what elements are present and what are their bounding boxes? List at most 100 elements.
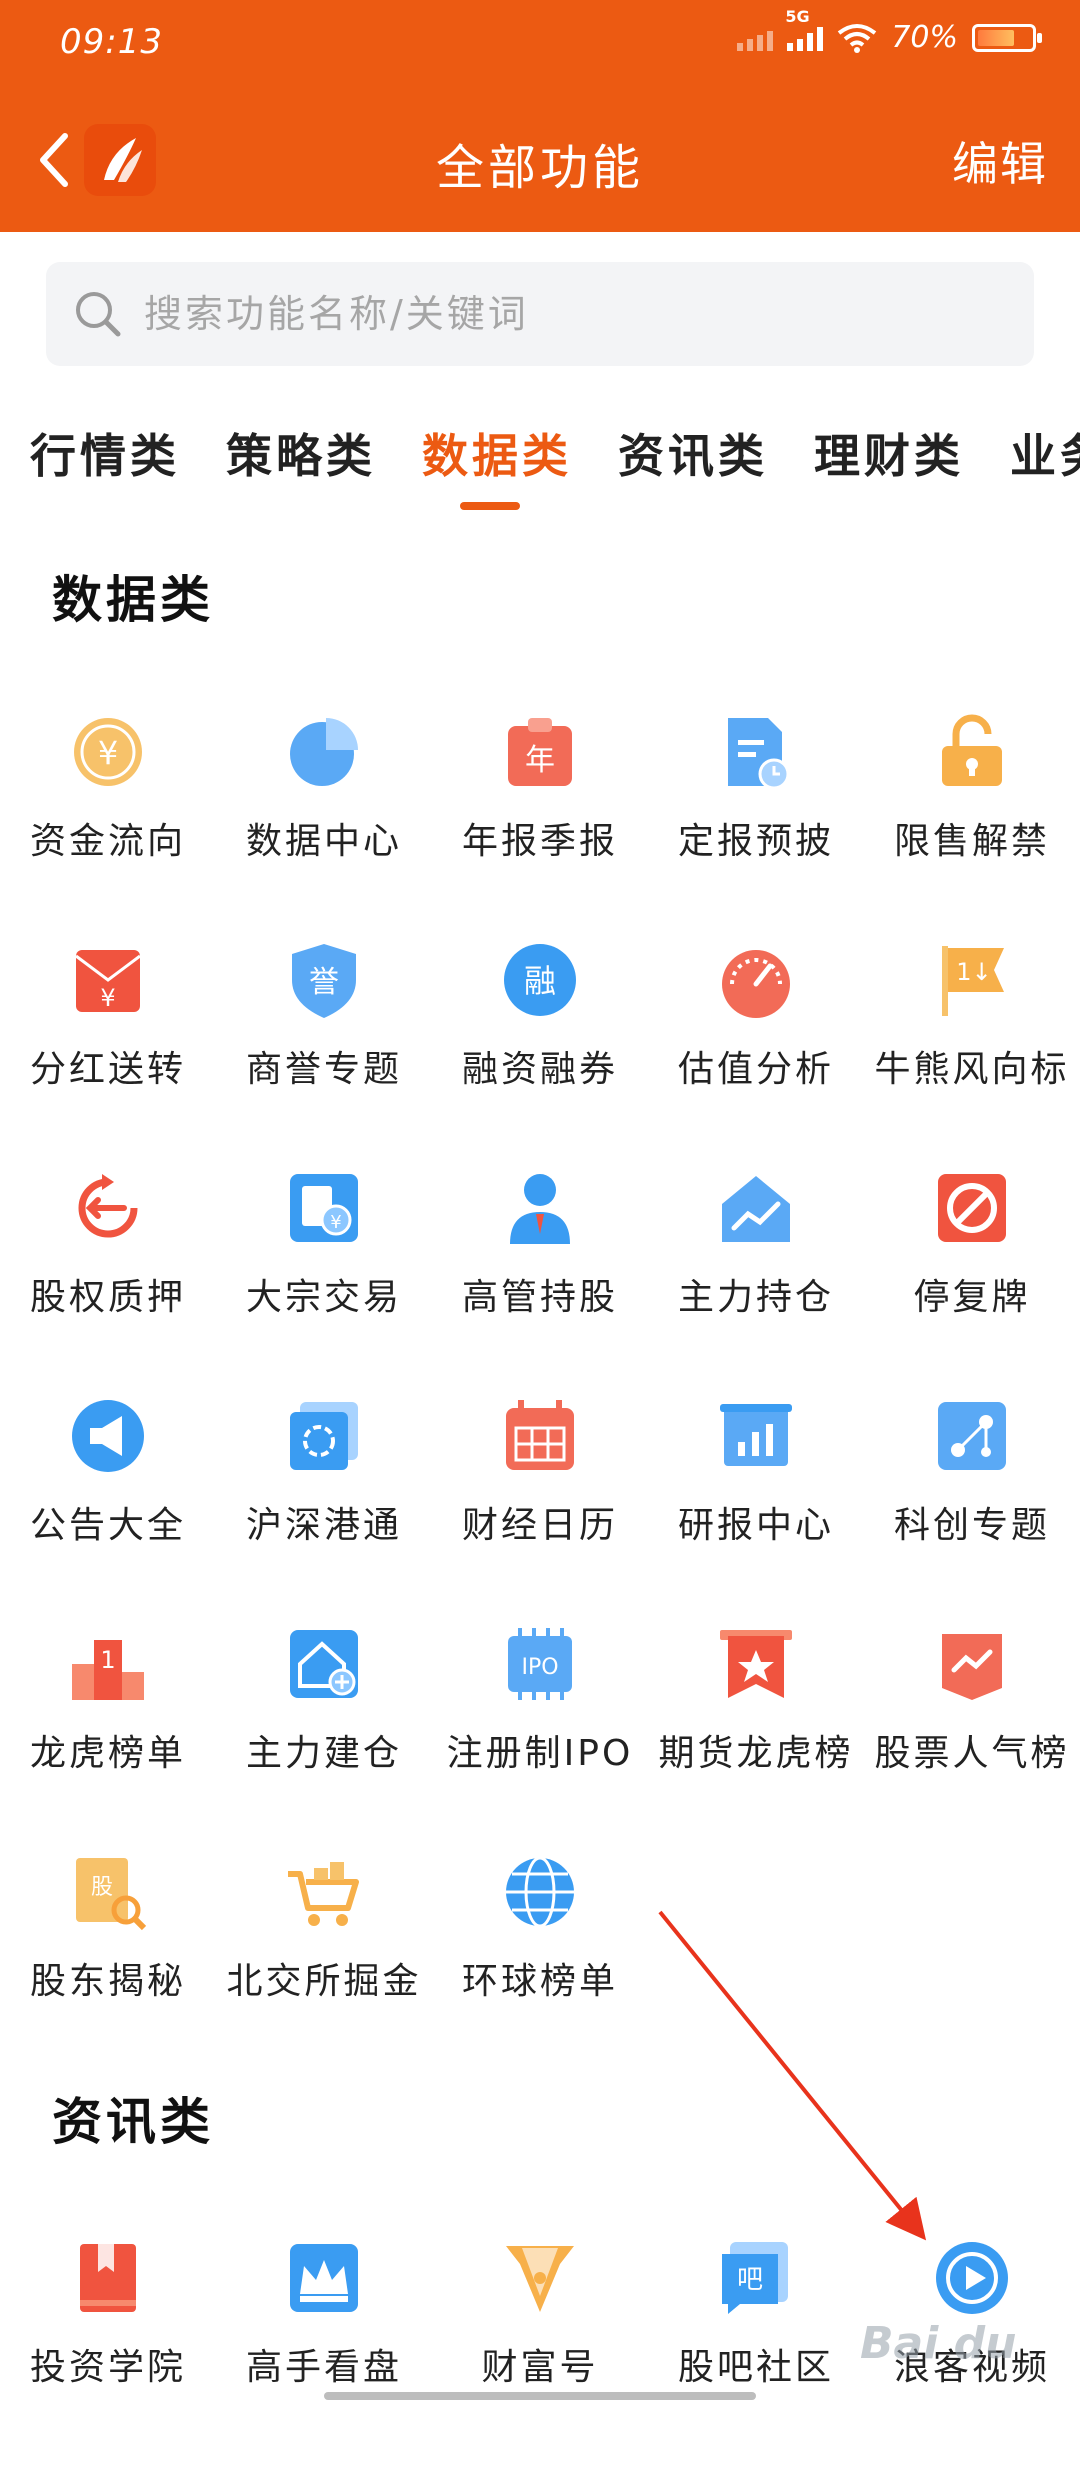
- data-function-item[interactable]: 定报预披: [648, 712, 864, 940]
- news-function-item-label: 高手看盘: [245, 2347, 402, 2388]
- shield-badge-icon: 誉: [284, 940, 364, 1020]
- data-function-item[interactable]: 数据中心: [216, 712, 432, 940]
- node-link-icon: [932, 1396, 1012, 1476]
- red-envelope-icon: ¥: [68, 940, 148, 1020]
- pie-chart-icon: [284, 712, 364, 792]
- data-function-item-label: 年报季报: [461, 821, 618, 862]
- data-function-item[interactable]: 1 龙虎榜单: [0, 1624, 216, 1852]
- pledge-arrow-icon: [68, 1168, 148, 1248]
- svg-text:¥: ¥: [330, 1212, 341, 1233]
- data-function-item[interactable]: 科创专题: [864, 1396, 1080, 1624]
- news-function-item-label: 股吧社区: [677, 2347, 834, 2388]
- data-function-item-label: 停复牌: [913, 1277, 1031, 1318]
- battery-icon: [972, 23, 1042, 52]
- news-function-item[interactable]: 财富号: [432, 2238, 648, 2466]
- data-function-item-label: 股权质押: [29, 1277, 186, 1318]
- data-function-item-label: 融资融券: [461, 1049, 618, 1090]
- data-function-item-label: 资金流向: [29, 821, 186, 862]
- data-function-item[interactable]: 停复牌: [864, 1168, 1080, 1396]
- bar-chart-board-icon: [716, 1396, 796, 1476]
- no-entry-icon: [932, 1168, 1012, 1248]
- data-function-item[interactable]: 高管持股: [432, 1168, 648, 1396]
- edit-button[interactable]: 编辑: [952, 128, 1048, 194]
- house-plus-icon: [284, 1624, 364, 1704]
- data-function-item[interactable]: 1↓ 牛熊风向标: [864, 940, 1080, 1168]
- data-function-item-label: 研报中心: [677, 1505, 834, 1546]
- house-chart-icon: [716, 1168, 796, 1248]
- data-function-item[interactable]: 北交所掘金: [216, 1852, 432, 2080]
- data-function-item[interactable]: 研报中心: [648, 1396, 864, 1624]
- data-function-item[interactable]: 期货龙虎榜: [648, 1624, 864, 1852]
- tab-zixun[interactable]: 资讯类: [618, 420, 768, 486]
- data-function-item-label: 注册制IPO: [446, 1733, 634, 1774]
- data-function-item[interactable]: 沪深港通: [216, 1396, 432, 1624]
- tab-yewu[interactable]: 业务: [1010, 420, 1080, 486]
- data-function-item-label: 北交所掘金: [226, 1961, 422, 2002]
- category-tabs: 行情类 策略类 数据类 资讯类 理财类 业务: [0, 420, 1080, 520]
- shareholder-book-icon: 股: [68, 1852, 148, 1932]
- data-function-item[interactable]: 融融资融券: [432, 940, 648, 1168]
- chat-bar-icon: 吧: [716, 2238, 796, 2318]
- data-function-item[interactable]: ¥ 大宗交易: [216, 1168, 432, 1396]
- data-function-item-label: 主力建仓: [245, 1733, 402, 1774]
- search-bar[interactable]: [46, 262, 1034, 366]
- data-function-item[interactable]: 誉商誉专题: [216, 940, 432, 1168]
- data-function-item-label: 商誉专题: [245, 1049, 402, 1090]
- svg-text:¥: ¥: [98, 734, 118, 772]
- margin-trading-icon: 融: [500, 940, 580, 1020]
- status-indicators: 5G 70%: [737, 7, 1042, 55]
- tab-hangqing[interactable]: 行情类: [30, 420, 180, 486]
- news-function-item-label: 投资学院: [29, 2347, 186, 2388]
- section-title-news: 资讯类: [52, 2093, 214, 2151]
- active-tab-indicator: [460, 502, 520, 510]
- signal-5g-icon: 5G: [785, 7, 824, 51]
- news-function-item[interactable]: 投资学院: [0, 2238, 216, 2466]
- data-function-item[interactable]: 限售解禁: [864, 712, 1080, 940]
- home-indicator[interactable]: [324, 2392, 756, 2400]
- status-time: 09:13: [60, 22, 163, 62]
- data-function-item[interactable]: 股股东揭秘: [0, 1852, 216, 2080]
- data-function-item[interactable]: 股权质押: [0, 1168, 216, 1396]
- watermark: Bai du: [860, 2318, 1017, 2369]
- data-function-item[interactable]: 主力建仓: [216, 1624, 432, 1852]
- data-function-item-label: 股东揭秘: [29, 1961, 186, 2002]
- svg-text:IPO: IPO: [521, 1655, 558, 1680]
- data-function-item-label: 估值分析: [677, 1049, 834, 1090]
- svg-text:股: 股: [91, 1875, 113, 1900]
- search-input[interactable]: [142, 291, 1026, 337]
- block-trade-icon: ¥: [284, 1168, 364, 1248]
- tab-licai[interactable]: 理财类: [814, 420, 964, 486]
- calendar-year-icon: 年: [500, 712, 580, 792]
- tab-celue[interactable]: 策略类: [226, 420, 376, 486]
- data-function-item[interactable]: 环球榜单: [432, 1852, 648, 2080]
- tab-shuju[interactable]: 数据类: [422, 420, 572, 486]
- data-function-item-label: 公告大全: [29, 1505, 186, 1546]
- data-function-item-label: 牛熊风向标: [874, 1049, 1070, 1090]
- data-function-item-label: 股票人气榜: [874, 1733, 1070, 1774]
- flag-arrows-icon: 1↓: [932, 940, 1012, 1020]
- star-banner-icon: [716, 1624, 796, 1704]
- data-function-item[interactable]: ¥ 资金流向: [0, 712, 216, 940]
- svg-text:1: 1: [100, 1646, 115, 1674]
- data-function-item[interactable]: 财经日历: [432, 1396, 648, 1624]
- news-function-item[interactable]: 高手看盘: [216, 2238, 432, 2466]
- data-function-item[interactable]: ¥ 分红送转: [0, 940, 216, 1168]
- network-type: 5G: [785, 6, 810, 26]
- data-function-item[interactable]: 股票人气榜: [864, 1624, 1080, 1852]
- page-title: 全部功能: [435, 140, 644, 196]
- search-icon: [72, 288, 124, 340]
- play-video-icon: [932, 2238, 1012, 2318]
- book-bookmark-icon: [68, 2238, 148, 2318]
- data-function-item[interactable]: IPO 注册制IPO: [432, 1624, 648, 1852]
- data-function-item-label: 大宗交易: [245, 1277, 402, 1318]
- svg-text:吧: 吧: [737, 2265, 763, 2295]
- data-function-item[interactable]: 年年报季报: [432, 712, 648, 940]
- svg-text:1↓: 1↓: [956, 958, 991, 986]
- megaphone-icon: [68, 1396, 148, 1476]
- globe-icon: [500, 1852, 580, 1932]
- news-function-item[interactable]: 吧股吧社区: [648, 2238, 864, 2466]
- data-function-item[interactable]: 估值分析: [648, 940, 864, 1168]
- data-function-item[interactable]: 主力持仓: [648, 1168, 864, 1396]
- data-function-item[interactable]: 公告大全: [0, 1396, 216, 1624]
- crown-icon: [284, 2238, 364, 2318]
